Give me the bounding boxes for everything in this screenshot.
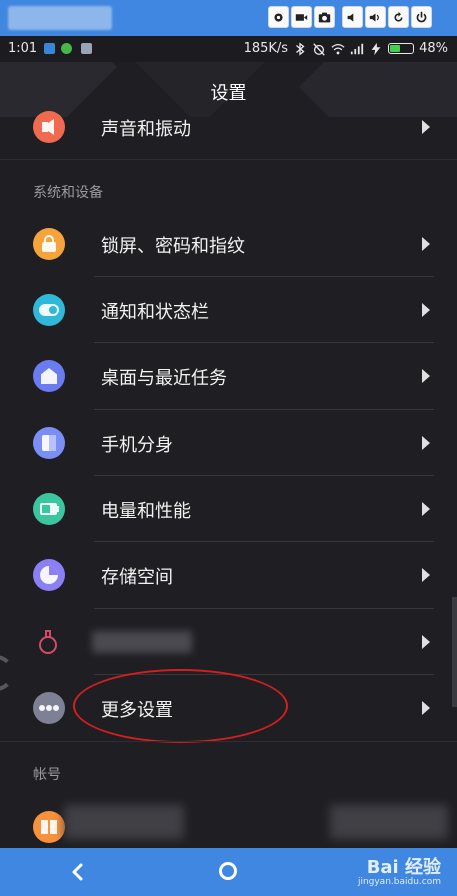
settings-item-label: 手机分身 [101,435,173,456]
chevron-right-icon [422,436,430,450]
emulator-volume-controls [342,6,388,30]
toggle-icon [33,294,65,326]
watermark-main: Bai 经验 [366,857,441,878]
settings-item-sound[interactable]: 声音和振动 [0,94,457,160]
app-notification-icon [44,43,55,54]
power-icon[interactable] [411,6,432,28]
scrollbar[interactable] [452,597,457,707]
speaker-icon [33,111,65,143]
battery-icon [388,43,415,54]
volume-down-icon[interactable] [342,6,363,28]
settings-item-desktop[interactable]: 桌面与最近任务 [0,343,457,409]
emulator-media-controls [268,6,337,30]
settings-gear-icon[interactable] [268,6,289,28]
network-speed: 185K/s [243,41,289,56]
back-icon[interactable] [68,862,88,882]
section-divider [0,159,457,160]
settings-item-lock-screen[interactable]: 锁屏、密码和指纹 [0,211,457,277]
section-header-system: 系统和设备 [33,185,103,201]
more-dots-icon [33,692,65,724]
navigation-bar: Bai 经验 jingyan.baidu.com [0,848,457,896]
chevron-right-icon [422,635,430,649]
camera-icon[interactable] [314,6,335,28]
video-record-icon[interactable] [291,6,312,28]
phone-screen: 1:01 185K/s 48% 设置 声音和振动 系统和设备 锁屏、密码和指纹 … [0,0,457,896]
chevron-right-icon [422,568,430,582]
settings-item-second-space[interactable]: 手机分身 [0,410,457,476]
message-notification-icon [81,43,92,54]
watermark-sub: jingyan.baidu.com [357,877,441,887]
settings-item-storage[interactable]: 存储空间 [0,542,457,608]
chevron-right-icon [422,120,430,134]
volume-up-icon[interactable] [365,6,386,28]
blurred-account-value [330,805,448,839]
settings-item-label: 通知和状态栏 [101,302,209,323]
status-right-group: 185K/s 48% [244,41,448,56]
blurred-account-name [64,805,184,839]
wifi-icon [331,43,345,54]
emulator-toolbar [0,0,457,36]
chevron-right-icon [422,303,430,317]
battery-percent: 48% [419,41,448,56]
lock-icon [33,228,65,260]
section-header-account: 帐号 [33,767,61,783]
settings-item-label: 锁屏、密码和指纹 [101,236,245,257]
settings-item-label: 桌面与最近任务 [101,368,227,389]
home-icon [33,360,65,392]
chevron-right-icon [422,701,430,715]
battery-icon [33,493,65,525]
status-bar: 1:01 185K/s 48% [0,36,457,62]
chevron-right-icon [422,369,430,383]
charging-bolt-icon [371,42,381,55]
alarm-off-icon [313,42,325,56]
settings-item-label: 声音和振动 [101,119,191,140]
section-divider [0,741,457,742]
baidu-watermark: Bai 经验 jingyan.baidu.com [358,853,441,887]
status-time: 1:01 [8,41,38,56]
emulator-title-blurred [8,6,112,30]
battery-level-fill [390,45,401,52]
settings-item-blurred[interactable] [0,609,457,675]
account-book-icon [33,811,65,843]
chevron-right-icon [422,237,430,251]
emulator-power-controls [388,6,434,30]
flask-icon [33,626,65,658]
chevron-right-icon [422,502,430,516]
highlight-annotation-ellipse [73,669,288,743]
pie-icon [33,559,65,591]
settings-item-label: 存储空间 [101,567,173,588]
blurred-label [92,631,192,653]
rotate-icon[interactable] [388,6,409,28]
dual-phone-icon [33,427,65,459]
settings-item-account[interactable] [0,793,457,848]
bluetooth-icon [296,41,305,56]
settings-item-notifications[interactable]: 通知和状态栏 [0,277,457,343]
android-notification-icon [61,43,72,54]
settings-item-battery[interactable]: 电量和性能 [0,476,457,542]
home-button-icon[interactable] [219,862,237,880]
signal-icon [350,43,364,54]
settings-item-label: 电量和性能 [101,501,191,522]
